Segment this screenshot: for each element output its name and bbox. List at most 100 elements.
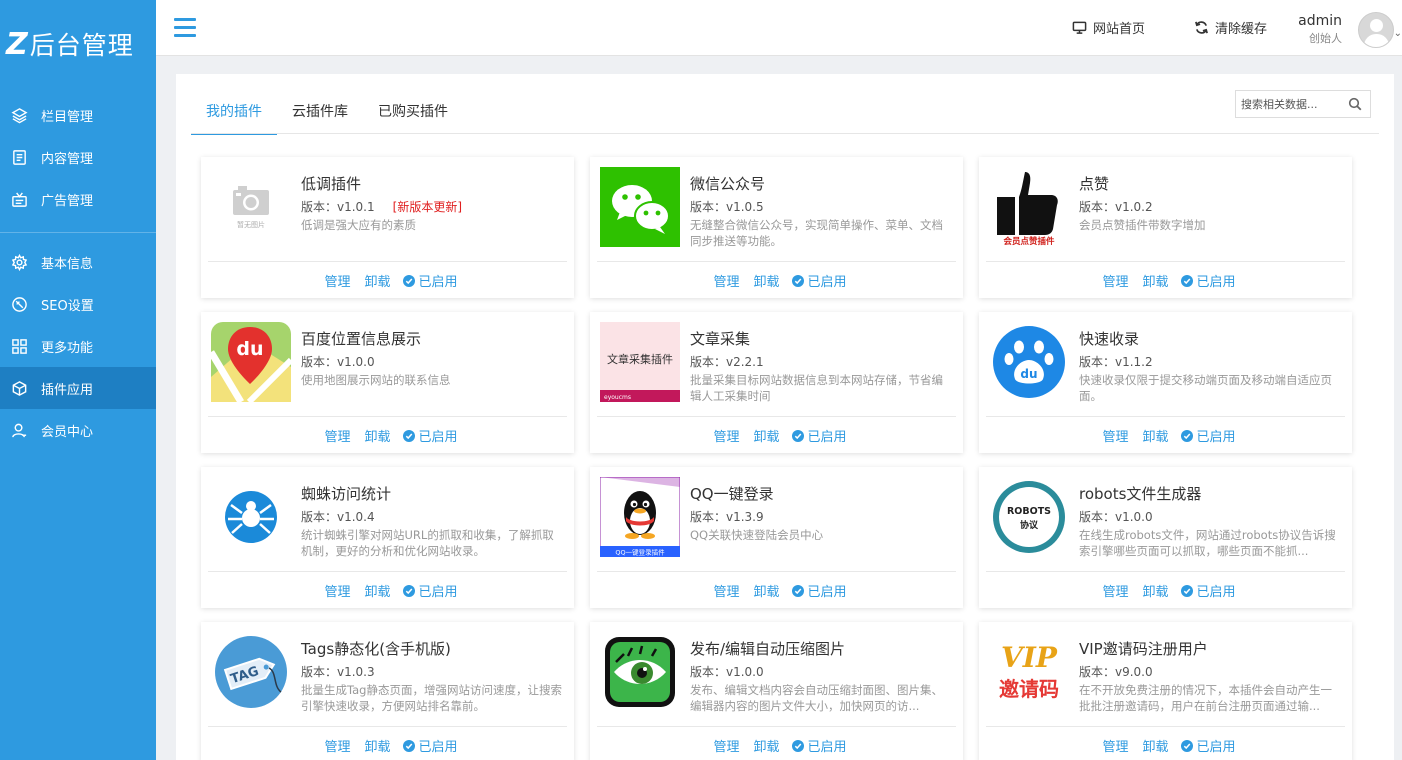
logo-mark: Z: [6, 26, 28, 62]
sidebar-item-seo[interactable]: SEO设置: [0, 283, 156, 325]
vip-invite-icon: VIP 邀请码: [989, 632, 1069, 712]
enabled-toggle[interactable]: 已启用: [402, 426, 458, 445]
plugin-card: 蜘蛛访问统计 版本：v1.0.4 统计蜘蛛引擎对网站URL的抓取和收集，了解抓取…: [201, 467, 574, 608]
enabled-toggle[interactable]: 已启用: [402, 736, 458, 755]
user-info[interactable]: admin 创始人: [1298, 13, 1342, 46]
manage-button[interactable]: 管理: [324, 271, 350, 290]
check-circle-icon: [1180, 429, 1193, 442]
uninstall-button[interactable]: 卸载: [1142, 271, 1168, 290]
manage-button[interactable]: 管理: [324, 736, 350, 755]
sidebar-item-member[interactable]: 会员中心: [0, 409, 156, 451]
enabled-toggle[interactable]: 已启用: [791, 581, 847, 600]
thumb-label: 文章采集插件: [607, 352, 673, 366]
uninstall-button[interactable]: 卸载: [753, 426, 779, 445]
uninstall-button[interactable]: 卸载: [1142, 426, 1168, 445]
enabled-label: 已启用: [1196, 740, 1236, 755]
uninstall-button[interactable]: 卸载: [364, 426, 390, 445]
clear-cache-link[interactable]: 清除缓存: [1194, 18, 1267, 37]
plugin-version: 版本：v1.0.2: [1079, 200, 1153, 214]
enabled-label: 已启用: [807, 430, 847, 445]
sidebar-item-more[interactable]: 更多功能: [0, 325, 156, 367]
thumb-label: du: [1020, 367, 1037, 381]
plugin-desc: 统计蜘蛛引擎对网站URL的抓取和收集，了解抓取机制，更好的分析和优化网站收录。: [301, 528, 554, 558]
enabled-toggle[interactable]: 已启用: [402, 581, 458, 600]
uninstall-button[interactable]: 卸载: [364, 581, 390, 600]
user-icon: [10, 421, 28, 439]
enabled-toggle[interactable]: 已启用: [791, 271, 847, 290]
enabled-toggle[interactable]: 已启用: [1180, 271, 1236, 290]
enabled-toggle[interactable]: 已启用: [1180, 426, 1236, 445]
card-divider: [597, 261, 956, 262]
sidebar-item-label: 插件应用: [41, 382, 94, 398]
manage-button[interactable]: 管理: [324, 581, 350, 600]
manage-button[interactable]: 管理: [1102, 736, 1128, 755]
chevron-down-icon[interactable]: ⌄: [1394, 28, 1402, 39]
card-actions: 管理 卸载 已启用: [590, 271, 963, 290]
gear-icon: [10, 253, 28, 271]
avatar[interactable]: [1358, 12, 1394, 48]
manage-button[interactable]: 管理: [713, 271, 739, 290]
sidebar-item-basic-info[interactable]: 基本信息: [0, 241, 156, 283]
uninstall-button[interactable]: 卸载: [364, 271, 390, 290]
menu-toggle-icon[interactable]: [174, 18, 196, 38]
plugin-version: 版本：v1.3.9: [690, 510, 764, 524]
enabled-toggle[interactable]: 已启用: [1180, 581, 1236, 600]
card-actions: 管理 卸载 已启用: [590, 736, 963, 755]
qq-penguin-icon: QQ一键登录插件: [600, 477, 680, 557]
manage-button[interactable]: 管理: [1102, 426, 1128, 445]
sidebar: Z 后台管理 栏目管理 内容管理 广告管理 基本信息 SEO设置 更多功能 插件…: [0, 0, 156, 760]
card-actions: 管理 卸载 已启用: [590, 581, 963, 600]
sidebar-item-label: SEO设置: [41, 298, 94, 314]
sidebar-item-column[interactable]: 栏目管理: [0, 94, 156, 136]
plugin-title: 点赞: [1079, 175, 1110, 193]
baidu-map-icon: du: [211, 322, 291, 402]
tab-my-plugins[interactable]: 我的插件: [191, 98, 277, 135]
enabled-label: 已启用: [807, 275, 847, 290]
uninstall-button[interactable]: 卸载: [1142, 736, 1168, 755]
plugin-tabs: 我的插件 云插件库 已购买插件: [191, 98, 463, 135]
plugin-thumb: ROBOTS 协议: [989, 477, 1069, 557]
sidebar-item-content[interactable]: 内容管理: [0, 136, 156, 178]
uninstall-button[interactable]: 卸载: [364, 736, 390, 755]
manage-button[interactable]: 管理: [324, 426, 350, 445]
enabled-toggle[interactable]: 已启用: [402, 271, 458, 290]
uninstall-button[interactable]: 卸载: [753, 581, 779, 600]
compass-icon: [10, 295, 28, 313]
top-header: 网站首页 清除缓存 admin 创始人 ⌄: [156, 0, 1402, 56]
manage-button[interactable]: 管理: [1102, 581, 1128, 600]
sidebar-item-ad[interactable]: 广告管理: [0, 178, 156, 220]
check-circle-icon: [791, 429, 804, 442]
plugin-card: TAG Tags静态化(含手机版) 版本：v1.0.3 批量生成Tag静态页面，…: [201, 622, 574, 760]
manage-button[interactable]: 管理: [713, 736, 739, 755]
uninstall-button[interactable]: 卸载: [1142, 581, 1168, 600]
enabled-toggle[interactable]: 已启用: [791, 736, 847, 755]
spider-icon: [211, 477, 291, 557]
plugin-thumb: 文章采集插件 eyoucms: [600, 322, 680, 402]
enabled-toggle[interactable]: 已启用: [1180, 736, 1236, 755]
uninstall-button[interactable]: 卸载: [753, 271, 779, 290]
thumb-label: 暂无图片: [237, 220, 265, 229]
search-input[interactable]: [1236, 97, 1344, 111]
search-icon[interactable]: [1348, 97, 1362, 111]
enabled-toggle[interactable]: 已启用: [791, 426, 847, 445]
manage-button[interactable]: 管理: [1102, 271, 1128, 290]
enabled-label: 已启用: [418, 275, 458, 290]
plugin-title: 文章采集: [690, 330, 751, 348]
plugin-desc: 使用地图展示网站的联系信息: [301, 373, 451, 387]
sidebar-item-plugins[interactable]: 插件应用: [0, 367, 156, 409]
tab-cloud-plugins[interactable]: 云插件库: [277, 98, 363, 135]
check-circle-icon: [402, 429, 415, 442]
check-circle-icon: [1180, 739, 1193, 752]
tab-purchased-plugins[interactable]: 已购买插件: [363, 98, 463, 135]
card-divider: [986, 571, 1345, 572]
uninstall-button[interactable]: 卸载: [753, 736, 779, 755]
logo[interactable]: Z 后台管理: [0, 0, 156, 88]
plugin-desc: 批量生成Tag静态页面，增强网站访问速度，让搜索引擎快速收录，方便网站排名靠前。: [301, 683, 562, 713]
website-home-link[interactable]: 网站首页: [1072, 18, 1145, 37]
search-box: [1235, 90, 1371, 118]
nav-group-1: 栏目管理 内容管理 广告管理: [0, 88, 156, 226]
manage-button[interactable]: 管理: [713, 581, 739, 600]
manage-button[interactable]: 管理: [713, 426, 739, 445]
update-link[interactable]: [新版本更新]: [393, 200, 462, 214]
plugin-card: 会员点赞插件 点赞 版本：v1.0.2 会员点赞插件带数字增加 管理 卸载 已启…: [979, 157, 1352, 298]
